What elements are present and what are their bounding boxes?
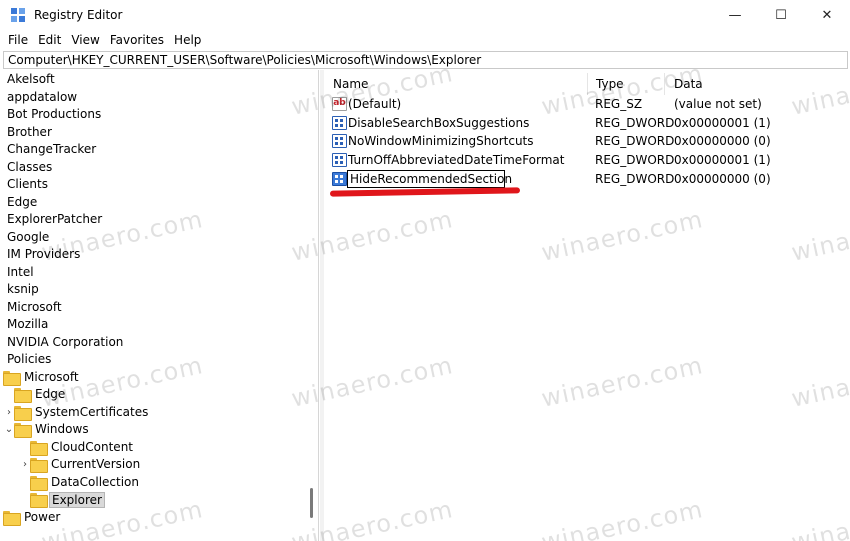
tree-item[interactable]: appdatalow bbox=[5, 89, 79, 106]
value-row[interactable]: NoWindowMinimizingShortcuts REG_DWORD 0x… bbox=[324, 132, 850, 150]
tree-item[interactable]: IM Providers bbox=[5, 246, 82, 263]
dword-value-icon bbox=[332, 116, 347, 130]
dword-value-icon bbox=[332, 153, 347, 167]
menu-help[interactable]: Help bbox=[169, 33, 206, 47]
chevron-right-icon[interactable]: › bbox=[4, 404, 14, 421]
tree-item-systemcertificates[interactable]: › SystemCertificates bbox=[4, 404, 150, 421]
folder-icon bbox=[30, 441, 48, 456]
menu-favorites[interactable]: Favorites bbox=[105, 33, 169, 47]
column-header-name[interactable]: Name bbox=[333, 75, 368, 93]
tree-item-windows[interactable]: ⌄ Windows bbox=[4, 421, 91, 438]
dword-value-icon bbox=[332, 134, 347, 148]
tree-item[interactable]: ExplorerPatcher bbox=[5, 211, 104, 228]
tree-item-explorer[interactable]: Explorer bbox=[20, 491, 105, 508]
tree-item-edge[interactable]: Edge bbox=[4, 386, 67, 403]
folder-icon bbox=[30, 458, 48, 473]
tree-item[interactable]: Akelsoft bbox=[5, 71, 57, 88]
key-tree[interactable]: Akelsoft appdatalow Bot Productions Brot… bbox=[1, 70, 319, 541]
value-row[interactable]: DisableSearchBoxSuggestions REG_DWORD 0x… bbox=[324, 114, 850, 132]
column-divider[interactable] bbox=[664, 73, 665, 95]
address-bar[interactable]: Computer\HKEY_CURRENT_USER\Software\Poli… bbox=[3, 51, 848, 69]
menu-bar: File Edit View Favorites Help bbox=[0, 30, 850, 50]
string-value-icon: ab bbox=[332, 97, 347, 111]
chevron-down-icon[interactable]: ⌄ bbox=[4, 421, 14, 438]
folder-icon bbox=[30, 476, 48, 491]
red-underline-annotation bbox=[329, 187, 521, 197]
tree-item[interactable]: NVIDIA Corporation bbox=[5, 334, 125, 351]
folder-icon bbox=[14, 423, 32, 438]
maximize-button[interactable]: ☐ bbox=[758, 0, 804, 30]
tree-item[interactable]: Brother bbox=[5, 124, 54, 141]
column-header-type[interactable]: Type bbox=[596, 75, 624, 93]
chevron-right-icon[interactable]: › bbox=[20, 456, 30, 473]
folder-icon bbox=[3, 511, 21, 526]
menu-file[interactable]: File bbox=[3, 33, 33, 47]
menu-edit[interactable]: Edit bbox=[33, 33, 66, 47]
menu-view[interactable]: View bbox=[66, 33, 104, 47]
rename-input[interactable]: HideRecommendedSection bbox=[347, 170, 512, 188]
window-title: Registry Editor bbox=[34, 8, 123, 22]
values-list[interactable]: Name Type Data ab (Default) REG_SZ (valu… bbox=[324, 70, 850, 541]
folder-icon bbox=[30, 493, 48, 508]
tree-item[interactable]: ChangeTracker bbox=[5, 141, 98, 158]
title-bar[interactable]: Registry Editor — ☐ ✕ bbox=[0, 0, 850, 30]
folder-icon bbox=[14, 406, 32, 421]
dword-value-icon bbox=[332, 172, 347, 186]
folder-icon bbox=[3, 371, 21, 386]
tree-item[interactable]: Policies bbox=[5, 351, 53, 368]
tree-item[interactable]: Mozilla bbox=[5, 316, 50, 333]
tree-item[interactable]: Bot Productions bbox=[5, 106, 103, 123]
registry-editor-icon bbox=[11, 8, 25, 22]
column-header-data[interactable]: Data bbox=[674, 75, 703, 93]
tree-item[interactable]: ksnip bbox=[5, 281, 41, 298]
tree-item-power[interactable]: Power bbox=[3, 509, 62, 526]
value-row-renaming[interactable]: HideRecommendedSection REG_DWORD 0x00000… bbox=[324, 170, 850, 197]
close-button[interactable]: ✕ bbox=[804, 0, 850, 30]
registry-editor-window: Registry Editor — ☐ ✕ File Edit View Fav… bbox=[0, 0, 850, 541]
tree-item-microsoft[interactable]: Microsoft bbox=[3, 369, 81, 386]
tree-item[interactable]: Google bbox=[5, 229, 51, 246]
tree-item[interactable]: Microsoft bbox=[5, 299, 64, 316]
tree-item[interactable]: Intel bbox=[5, 264, 36, 281]
tree-scrollbar-thumb[interactable] bbox=[310, 488, 313, 518]
value-row[interactable]: TurnOffAbbreviatedDateTimeFormat REG_DWO… bbox=[324, 151, 850, 169]
tree-item-cloudcontent[interactable]: CloudContent bbox=[20, 439, 135, 456]
tree-item-currentversion[interactable]: › CurrentVersion bbox=[20, 456, 142, 473]
tree-item[interactable]: Classes bbox=[5, 159, 54, 176]
tree-item-datacollection[interactable]: DataCollection bbox=[20, 474, 141, 491]
folder-icon bbox=[14, 388, 32, 403]
value-row[interactable]: ab (Default) REG_SZ (value not set) bbox=[324, 95, 850, 113]
column-divider[interactable] bbox=[587, 73, 588, 95]
minimize-button[interactable]: — bbox=[712, 0, 758, 30]
tree-item[interactable]: Clients bbox=[5, 176, 50, 193]
tree-item[interactable]: Edge bbox=[5, 194, 39, 211]
